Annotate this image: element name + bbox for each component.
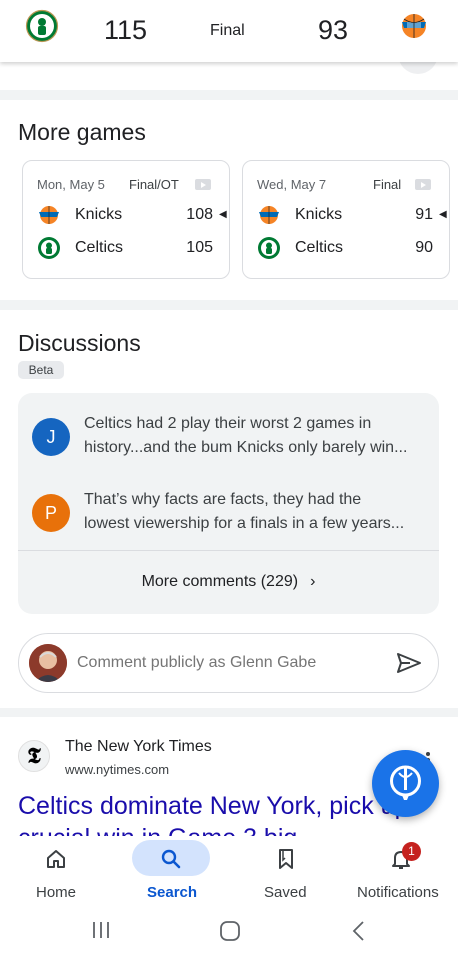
- knicks-logo-icon: [39, 206, 59, 224]
- comment-line[interactable]: That’s why facts are facts, they had the: [84, 488, 426, 512]
- team-name: Celtics: [295, 239, 344, 256]
- knicks-logo-icon: [259, 206, 279, 224]
- bottom-navigation: Home Search Saved Notifications: [0, 836, 458, 908]
- comment-field[interactable]: [18, 633, 439, 693]
- game-date: Wed, May 7: [257, 177, 327, 192]
- avatar: [29, 644, 67, 682]
- team-score: 90: [415, 239, 433, 256]
- nav-home-label: Home: [36, 884, 77, 901]
- lens-icon: [390, 765, 421, 800]
- celtics-logo-icon: [25, 9, 59, 43]
- discussion-panel: J Celtics had 2 play their worst 2 games…: [18, 393, 439, 614]
- team-score: 108: [186, 206, 213, 223]
- celtics-logo-icon: [258, 237, 280, 259]
- game-status: Final/OT: [129, 177, 179, 192]
- beta-badge: Beta: [18, 361, 64, 379]
- discussions-title: Discussions: [18, 330, 141, 356]
- divider: [0, 708, 458, 717]
- more-comments-label: More comments (229): [141, 573, 299, 590]
- game-date: Mon, May 5: [37, 177, 105, 192]
- source-url: www.nytimes.com: [65, 762, 170, 777]
- winner-arrow-icon: ◀: [219, 209, 227, 220]
- nyt-logo-icon: 𝕿: [18, 740, 50, 772]
- nav-search-label: Search: [147, 884, 198, 901]
- previous-card-bottom: [0, 59, 458, 90]
- home-icon: [47, 850, 65, 868]
- team-name: Knicks: [75, 206, 123, 223]
- avatar[interactable]: P: [32, 494, 70, 532]
- comment-line[interactable]: history...and the bum Knicks only barely…: [84, 436, 426, 460]
- video-icon: [415, 179, 431, 190]
- chevron-right-icon: ›: [310, 573, 316, 590]
- back-icon[interactable]: [351, 920, 367, 942]
- search-icon: [161, 849, 181, 869]
- comment-line[interactable]: lowest viewership for a finals in a few …: [84, 512, 426, 536]
- comment-line[interactable]: Celtics had 2 play their worst 2 games i…: [84, 412, 426, 436]
- knicks-logo-icon: [402, 14, 426, 38]
- nav-search[interactable]: Search: [132, 836, 210, 908]
- result-headline-line2[interactable]: crucial win in Game 3 big: [18, 824, 398, 836]
- team-score: 105: [186, 239, 213, 256]
- nav-notifications[interactable]: Notifications: [352, 836, 450, 908]
- bookmark-icon: [279, 849, 293, 869]
- game-status: Final: [210, 22, 245, 39]
- team-name: Knicks: [295, 206, 343, 223]
- lens-fab-button[interactable]: [372, 750, 439, 817]
- notification-count-badge: 1: [402, 842, 421, 861]
- more-comments-button[interactable]: More comments (229) ›: [18, 550, 439, 614]
- game-status: Final: [373, 177, 402, 192]
- nav-notifications-label: Notifications: [357, 884, 439, 901]
- send-icon[interactable]: [396, 652, 422, 674]
- recent-apps-icon[interactable]: [91, 920, 111, 940]
- home-button-icon[interactable]: [219, 920, 241, 942]
- video-icon: [195, 179, 211, 190]
- divider: [0, 300, 458, 310]
- system-navigation-bar: [0, 908, 458, 954]
- more-games-title: More games: [18, 119, 146, 145]
- team-name: Celtics: [75, 239, 124, 256]
- away-score: 93: [318, 15, 349, 45]
- nav-saved[interactable]: Saved: [250, 836, 322, 908]
- divider: [0, 90, 458, 100]
- nav-saved-label: Saved: [264, 884, 307, 901]
- winner-arrow-icon: ◀: [439, 209, 447, 220]
- game-card[interactable]: Mon, May 5 Final/OT Knicks 108 ◀ Celtics…: [22, 160, 230, 279]
- avatar[interactable]: J: [32, 418, 70, 456]
- nav-home[interactable]: Home: [20, 836, 92, 908]
- comment-input[interactable]: [77, 654, 367, 672]
- team-score: 91: [415, 206, 433, 223]
- celtics-logo-icon: [38, 237, 60, 259]
- home-score: 115: [104, 15, 148, 45]
- source-name[interactable]: The New York Times: [65, 738, 212, 756]
- game-card[interactable]: Wed, May 7 Final Knicks 91 ◀ Celtics 90: [242, 160, 450, 279]
- score-header: 115 Final 93: [0, 0, 458, 62]
